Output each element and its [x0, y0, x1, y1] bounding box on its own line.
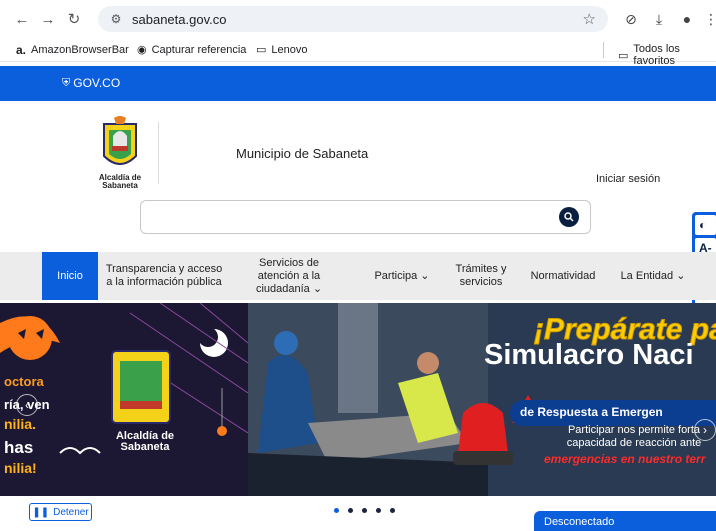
govco-label: GOV.CO: [73, 76, 121, 90]
slide2-body-line2: capacidad de reacción ante: [566, 437, 702, 449]
nav-transparencia[interactable]: Transparencia y acceso a la información …: [104, 252, 224, 300]
govco-logo[interactable]: ⛨ GOV.CO: [62, 76, 120, 90]
browser-toolbar: ← → ↻ ⚙ sabaneta.gov.co ☆ ⊘ ⤓ ● ⋮: [0, 0, 716, 38]
slide2-emphasis: emergencias en nuestro terr: [544, 452, 706, 466]
slide1-line3: nilia.: [4, 416, 36, 432]
site-settings-icon[interactable]: ⚙: [108, 11, 124, 27]
profile-avatar[interactable]: ●: [676, 8, 698, 30]
slide2-band: de Respuesta a Emergen: [510, 400, 716, 426]
slide2-body-line1: Participar nos permite forta: [567, 424, 701, 436]
slide1-line1: octora: [4, 374, 44, 389]
carousel-dot[interactable]: [390, 508, 395, 513]
bookmark-label: Capturar referencia: [151, 43, 247, 56]
back-icon[interactable]: ←: [12, 9, 32, 29]
search-button[interactable]: [559, 207, 579, 227]
slide1-line4: has: [4, 438, 34, 457]
bookmark-label: Todos los favoritos: [633, 43, 680, 67]
gov-bar: ⛨ GOV.CO: [0, 66, 716, 101]
forward-icon[interactable]: →: [38, 9, 58, 29]
search-input[interactable]: [140, 200, 591, 234]
nav-entidad[interactable]: La Entidad ⌄: [612, 252, 694, 300]
login-link[interactable]: Iniciar sesión: [596, 173, 660, 185]
carousel-slide-simulacro[interactable]: ¡Prepárate para Simulacro Naci de Respue…: [248, 303, 716, 496]
reload-icon[interactable]: ↻: [64, 9, 84, 29]
carousel-slide-halloween[interactable]: octora ría, ven nilia. has nilia! Alcald…: [0, 303, 248, 496]
nav-tramites[interactable]: Trámites y servicios: [446, 252, 516, 300]
nav-inicio[interactable]: Inicio: [42, 252, 98, 300]
slide1-alcaldia: Alcaldía de Sabaneta: [115, 430, 175, 453]
slide2-title-line2: Simulacro Naci: [484, 339, 694, 371]
alcaldia-crest-logo[interactable]: [100, 116, 140, 172]
folder-icon: ▭: [256, 44, 267, 56]
bookmark-all[interactable]: ▭ Todos los favoritos: [618, 43, 716, 67]
bookmark-label: Lenovo: [271, 43, 308, 56]
carousel-dot[interactable]: [362, 508, 367, 513]
carousel-dot[interactable]: [334, 508, 339, 513]
pause-icon: ❚❚: [32, 506, 50, 518]
bookmarks-bar: a. AmazonBrowserBar ◉ Capturar referenci…: [0, 38, 716, 67]
nav-normatividad[interactable]: Normatividad: [522, 252, 604, 300]
download-icon[interactable]: ⤓: [648, 8, 670, 30]
amazon-icon: a.: [16, 43, 27, 57]
carousel-stop-button[interactable]: ❚❚ Detener: [29, 503, 92, 521]
carousel-next-icon[interactable]: ›: [694, 419, 716, 441]
bookmark-amazon[interactable]: a. AmazonBrowserBar: [16, 43, 129, 57]
header-divider: [158, 122, 159, 184]
url-text: sabaneta.gov.co: [132, 11, 227, 27]
slide2-band-text: de Respuesta a Emergen: [520, 405, 663, 419]
slide1-line5: nilia!: [4, 460, 37, 476]
shield-icon: ⛨: [62, 76, 71, 89]
address-bar[interactable]: ⚙ sabaneta.gov.co ☆: [98, 6, 608, 32]
extension-icon[interactable]: ⊘: [620, 8, 642, 30]
bookmark-capture[interactable]: ◉ Capturar referencia: [137, 43, 247, 57]
carousel-dot[interactable]: [376, 508, 381, 513]
bookmarks-separator: [603, 42, 604, 58]
carousel-indicators: [334, 508, 404, 513]
search-icon: [564, 212, 574, 222]
folder-icon: ▭: [618, 49, 629, 62]
bookmark-lenovo[interactable]: ▭ Lenovo: [256, 43, 308, 57]
bookmark-label: AmazonBrowserBar: [31, 44, 129, 56]
alcaldia-name: Alcaldía de Sabaneta: [98, 173, 142, 190]
carousel-dot[interactable]: [348, 508, 353, 513]
bookmark-star-icon[interactable]: ☆: [583, 10, 596, 28]
menu-icon[interactable]: ⋮: [700, 8, 716, 30]
municipio-title: Municipio de Sabaneta: [236, 146, 369, 161]
main-nav: Inicio Transparencia y acceso a la infor…: [0, 252, 716, 300]
stop-label: Detener: [53, 506, 89, 518]
nav-servicios[interactable]: Servicios de atención a la ciudadanía ⌄: [238, 252, 340, 300]
connection-status-badge[interactable]: Desconectado: [534, 511, 716, 531]
nav-participa[interactable]: Participa ⌄: [366, 252, 438, 300]
capture-icon: ◉: [137, 44, 147, 56]
contrast-button[interactable]: ◐: [695, 215, 716, 235]
carousel-prev-icon[interactable]: ‹: [16, 394, 38, 416]
